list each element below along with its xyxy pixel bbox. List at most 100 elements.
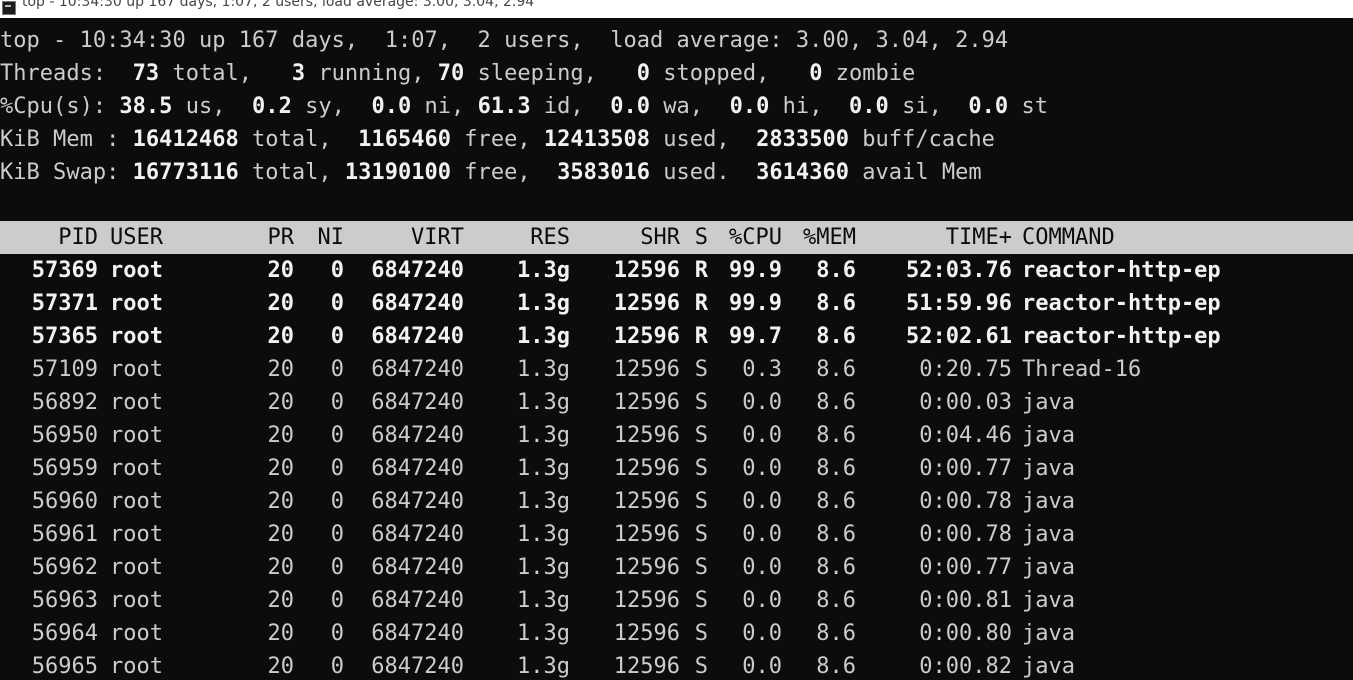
cell-s: S bbox=[694, 456, 708, 481]
cell-pid: 56959 bbox=[31, 456, 98, 481]
cell-ni: 0 bbox=[330, 654, 344, 679]
cell-cpu: 0.0 bbox=[742, 522, 782, 547]
cell-res: 1.3g bbox=[517, 456, 570, 481]
cell-ni: 0 bbox=[330, 324, 344, 349]
cell-command: reactor-http-ep bbox=[1022, 258, 1221, 283]
cell-cpu: 0.0 bbox=[742, 588, 782, 613]
threads-sleeping: 70 bbox=[437, 61, 465, 86]
cell-pid: 56965 bbox=[31, 654, 98, 679]
cell-virt: 6847240 bbox=[371, 588, 464, 613]
cell-command: java bbox=[1022, 456, 1075, 481]
cpu-id-label: id, bbox=[543, 94, 584, 119]
cell-user: root bbox=[110, 621, 163, 646]
cell-shr: 12596 bbox=[613, 423, 680, 448]
cell-pid: 56950 bbox=[31, 423, 98, 448]
table-row: 57109 root 20 0 6847240 1.3g 12596 S 0.3 8.6 0:20.… bbox=[0, 353, 1353, 386]
cpu-us: 38.5 bbox=[119, 94, 173, 119]
cell-cpu: 0.0 bbox=[742, 555, 782, 580]
threads-total-label: total, bbox=[172, 61, 253, 86]
cell-pid: 56963 bbox=[31, 588, 98, 613]
cell-shr: 12596 bbox=[613, 258, 680, 283]
table-row: 56950 root 20 0 6847240 1.3g 12596 S 0.0 8.6 0:04.… bbox=[0, 419, 1353, 452]
cell-virt: 6847240 bbox=[371, 522, 464, 547]
cell-pr: 20 bbox=[267, 654, 295, 679]
swap-avail-label: avail Mem bbox=[862, 160, 982, 185]
cpu-label: %Cpu(s): bbox=[0, 94, 107, 119]
cell-virt: 6847240 bbox=[371, 324, 464, 349]
cell-cpu: 0.0 bbox=[742, 489, 782, 514]
threads-running-label: running, bbox=[318, 61, 425, 86]
cell-time: 0:00.77 bbox=[919, 456, 1012, 481]
cell-virt: 6847240 bbox=[371, 621, 464, 646]
cell-res: 1.3g bbox=[517, 390, 570, 415]
cell-res: 1.3g bbox=[517, 588, 570, 613]
mem-label: KiB Mem : bbox=[0, 127, 120, 152]
table-row: 57369 root 20 0 6847240 1.3g 12596 R 99.9 8.6 52:0… bbox=[0, 254, 1353, 287]
cell-pid: 57109 bbox=[31, 357, 98, 382]
table-row: 56959 root 20 0 6847240 1.3g 12596 S 0.0 8.6 0:00.… bbox=[0, 452, 1353, 485]
cell-mem: 8.6 bbox=[816, 522, 856, 547]
cell-command: java bbox=[1022, 654, 1075, 679]
table-row: 57365 root 20 0 6847240 1.3g 12596 R 99.7 8.6 52:0… bbox=[0, 320, 1353, 353]
threads-running: 3 bbox=[291, 61, 306, 86]
cell-pr: 20 bbox=[267, 588, 295, 613]
cell-cpu: 0.0 bbox=[742, 423, 782, 448]
cell-mem: 8.6 bbox=[816, 555, 856, 580]
cell-pid: 56892 bbox=[31, 390, 98, 415]
mem-total: 16412468 bbox=[132, 127, 239, 152]
cpu-us-label: us, bbox=[185, 94, 226, 119]
cell-res: 1.3g bbox=[517, 423, 570, 448]
cell-pr: 20 bbox=[267, 324, 295, 349]
cell-s: S bbox=[694, 654, 708, 679]
mem-used: 12413508 bbox=[543, 127, 651, 152]
cell-pr: 20 bbox=[267, 621, 295, 646]
cell-res: 1.3g bbox=[517, 654, 570, 679]
threads-stopped: 0 bbox=[636, 61, 651, 86]
column-header-user: USER bbox=[110, 225, 163, 250]
cell-user: root bbox=[110, 456, 163, 481]
cell-pr: 20 bbox=[267, 456, 295, 481]
cell-user: root bbox=[110, 654, 163, 679]
table-row: 56960 root 20 0 6847240 1.3g 12596 S 0.0 8.6 0:00.… bbox=[0, 485, 1353, 518]
cell-shr: 12596 bbox=[613, 555, 680, 580]
cell-shr: 12596 bbox=[613, 588, 680, 613]
cell-user: root bbox=[110, 324, 163, 349]
swap-avail: 3614360 bbox=[756, 160, 849, 185]
cell-pid: 57371 bbox=[31, 291, 98, 316]
column-header-pid: PID bbox=[58, 225, 98, 250]
mem-buff-label: buff/cache bbox=[862, 127, 995, 152]
cell-user: root bbox=[110, 423, 163, 448]
cell-cpu: 0.0 bbox=[742, 456, 782, 481]
cell-virt: 6847240 bbox=[371, 258, 464, 283]
cell-ni: 0 bbox=[330, 588, 344, 613]
cell-pr: 20 bbox=[267, 291, 295, 316]
cell-virt: 6847240 bbox=[371, 654, 464, 679]
cell-pr: 20 bbox=[267, 357, 295, 382]
cell-command: reactor-http-ep bbox=[1022, 291, 1221, 316]
cell-ni: 0 bbox=[330, 423, 344, 448]
cell-mem: 8.6 bbox=[816, 324, 856, 349]
cell-res: 1.3g bbox=[517, 258, 570, 283]
cell-cpu: 0.0 bbox=[742, 390, 782, 415]
cell-mem: 8.6 bbox=[816, 621, 856, 646]
cell-mem: 8.6 bbox=[816, 456, 856, 481]
cell-mem: 8.6 bbox=[816, 258, 856, 283]
table-row: 57371 root 20 0 6847240 1.3g 12596 R 99.9 8.6 51:5… bbox=[0, 287, 1353, 320]
cell-cpu: 0.3 bbox=[742, 357, 782, 382]
cell-cpu: 0.0 bbox=[742, 621, 782, 646]
cpu-wa: 0.0 bbox=[610, 94, 651, 119]
cell-ni: 0 bbox=[330, 621, 344, 646]
cell-shr: 12596 bbox=[613, 324, 680, 349]
mem-buff-cache: 2833500 bbox=[756, 127, 849, 152]
cell-res: 1.3g bbox=[517, 522, 570, 547]
cpu-ni-label: ni, bbox=[424, 94, 465, 119]
cell-command: reactor-http-ep bbox=[1022, 324, 1221, 349]
cell-pr: 20 bbox=[267, 390, 295, 415]
cpu-si-label: si, bbox=[902, 94, 942, 119]
cell-res: 1.3g bbox=[517, 357, 570, 382]
cell-s: S bbox=[694, 621, 708, 646]
cell-pid: 57369 bbox=[31, 258, 98, 283]
cell-time: 0:00.77 bbox=[919, 555, 1012, 580]
cell-virt: 6847240 bbox=[371, 555, 464, 580]
summary-cpu-line: %Cpu(s): 38.5 us, 0.2 sy, 0.0 ni, 61.3 i… bbox=[0, 90, 1048, 123]
